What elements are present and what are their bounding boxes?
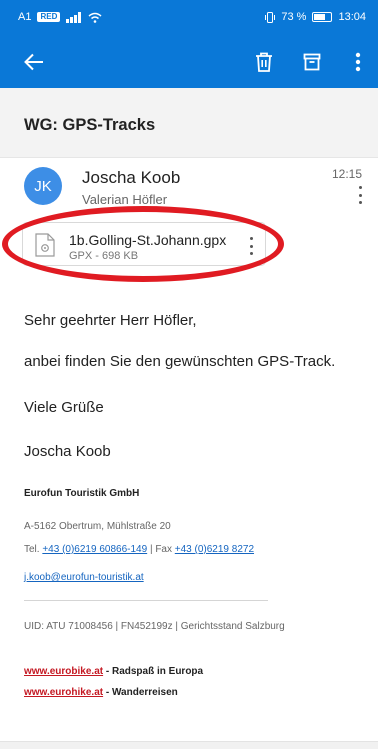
eurohike-link[interactable]: www.eurohike.at — [24, 687, 103, 698]
email-time: 12:15 — [331, 167, 362, 181]
separator: | — [149, 544, 153, 555]
attachment-more-icon[interactable] — [244, 237, 258, 255]
carrier-badge: RED — [37, 12, 61, 22]
carrier-label: A1 — [18, 11, 32, 23]
eurobike-line: www.eurobike.at - Radspaß in Europa — [24, 666, 203, 677]
eurobike-link[interactable]: www.eurobike.at — [24, 666, 103, 677]
eurohike-line: www.eurohike.at - Wanderreisen — [24, 687, 178, 698]
tel-link[interactable]: +43 (0)6219 60866-149 — [42, 544, 147, 555]
sender-name[interactable]: Joscha Koob — [82, 168, 180, 188]
eurohike-desc: - Wanderreisen — [103, 687, 178, 698]
wifi-icon — [88, 12, 102, 23]
body-line: anbei finden Sie den gewünschten GPS-Tra… — [24, 353, 336, 370]
status-bar: A1 RED 73 % 13:04 — [0, 0, 378, 36]
eurobike-desc: - Radspaß in Europa — [103, 666, 204, 677]
archive-icon[interactable] — [298, 48, 326, 76]
vibrate-icon — [265, 11, 276, 23]
status-right: 73 % 13:04 — [265, 11, 366, 23]
body-greeting: Sehr geehrter Herr Höfler, — [24, 312, 197, 329]
signature-divider — [24, 600, 268, 601]
attachment-name: 1b.Golling-St.Johann.gpx — [69, 232, 227, 248]
message-more-icon[interactable] — [353, 186, 367, 204]
signature-uid: UID: ATU 71008456 | FN452199z | Gerichts… — [24, 621, 285, 632]
signature-email-line: j.koob@eurofun-touristik.at — [24, 572, 144, 583]
subject-bar: WG: GPS-Tracks — [0, 88, 378, 158]
fax-link[interactable]: +43 (0)6219 8272 — [175, 544, 254, 555]
app-bar — [0, 36, 378, 88]
battery-percent: 73 % — [281, 11, 307, 23]
delete-icon[interactable] — [250, 48, 278, 76]
clock: 13:04 — [338, 11, 366, 23]
email-link[interactable]: j.koob@eurofun-touristik.at — [24, 572, 144, 583]
tel-label: Tel. — [24, 544, 40, 555]
status-left: A1 RED — [18, 11, 102, 23]
attachment-card[interactable]: 1b.Golling-St.Johann.gpx GPX - 698 KB — [22, 222, 266, 266]
avatar[interactable]: JK — [24, 167, 62, 205]
attachment-meta: GPX - 698 KB — [69, 250, 139, 262]
file-icon — [35, 233, 55, 257]
fax-label: Fax — [155, 544, 172, 555]
signature-address: A-5162 Obertrum, Mühlstraße 20 — [24, 521, 171, 532]
signal-icon — [66, 11, 82, 23]
battery-icon — [312, 12, 333, 22]
recipient-name[interactable]: Valerian Höfler — [82, 192, 167, 207]
signature-phone-line: Tel. +43 (0)6219 60866-149 | Fax +43 (0)… — [24, 544, 254, 555]
back-arrow-icon[interactable] — [20, 48, 48, 76]
body-name: Joscha Koob — [24, 443, 111, 460]
more-vertical-icon[interactable] — [344, 48, 372, 76]
body-closing: Viele Grüße — [24, 399, 104, 416]
bottom-strip — [0, 741, 378, 749]
email-subject: WG: GPS-Tracks — [24, 116, 156, 134]
signature-company: Eurofun Touristik GmbH — [24, 488, 140, 499]
